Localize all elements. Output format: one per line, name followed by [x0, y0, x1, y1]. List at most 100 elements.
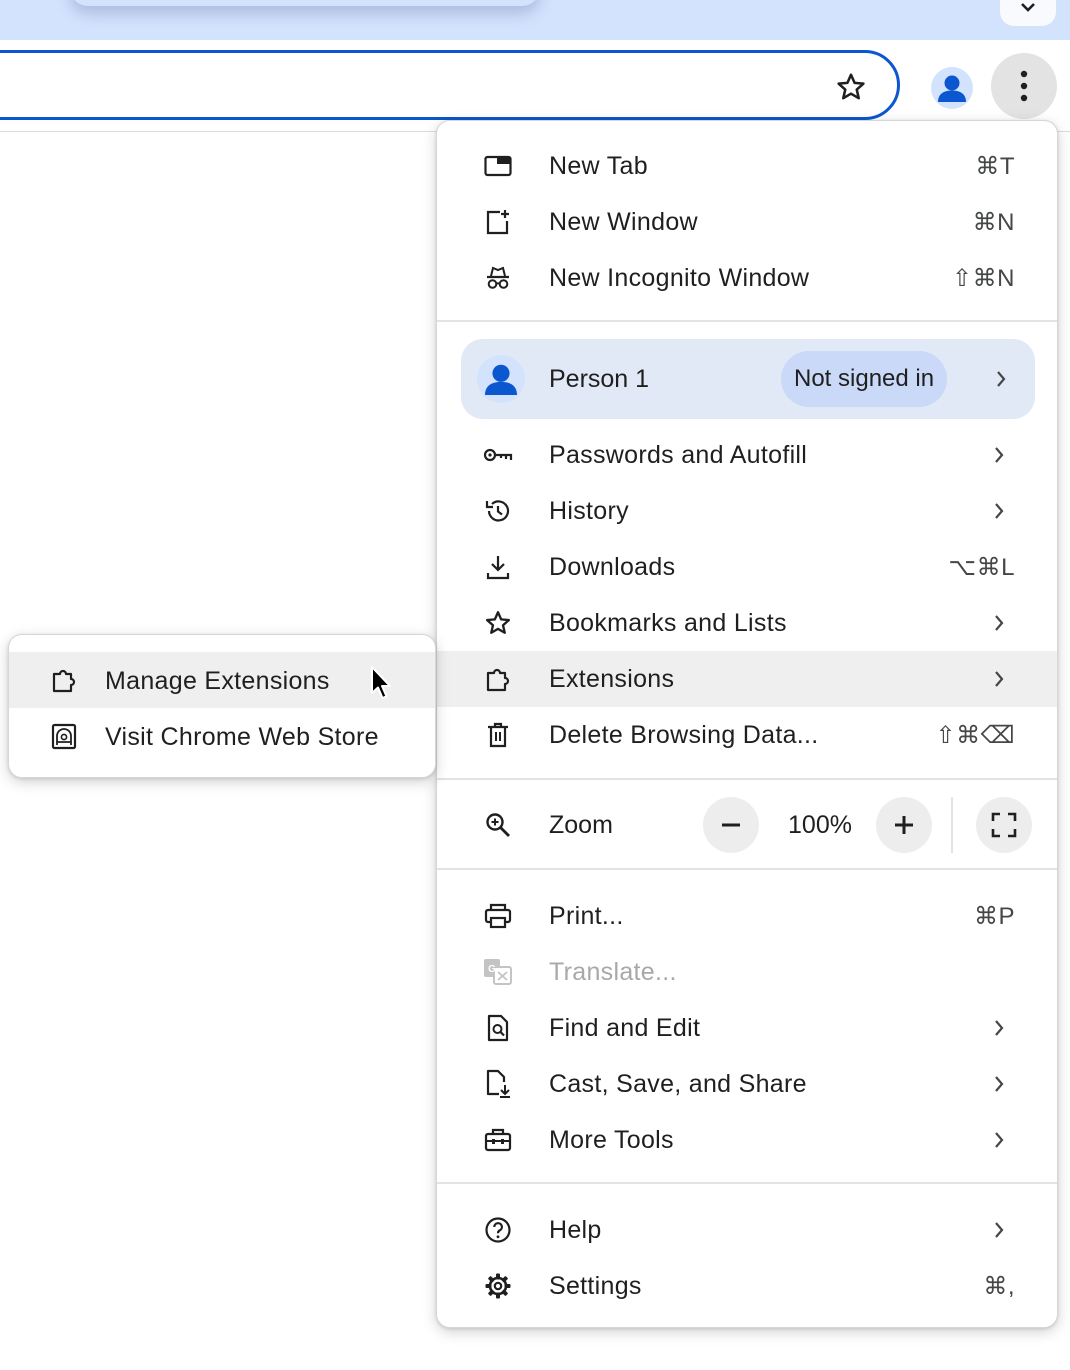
address-bar[interactable] [0, 50, 900, 120]
menu-item-label: Settings [549, 1271, 642, 1300]
chrome-menu-button[interactable] [991, 53, 1057, 119]
zoom-level: 100% [788, 811, 852, 839]
chevron-right-icon [989, 1130, 1009, 1150]
active-tab[interactable] [70, 0, 540, 6]
tab-strip [0, 0, 1070, 40]
settings-icon [483, 1271, 513, 1301]
menu-item-more-tools[interactable]: More Tools [437, 1112, 1057, 1168]
chrome-main-menu: New Tab ⌘T New Window ⌘N New Incognito W… [436, 120, 1058, 1328]
person-icon [477, 355, 525, 403]
menu-item-label: Print... [549, 901, 624, 930]
history-icon [483, 496, 513, 526]
menu-item-label: New Window [549, 207, 698, 236]
profile-name: Person 1 [549, 365, 650, 393]
chevron-right-icon [989, 1220, 1009, 1240]
menu-divider [437, 778, 1057, 780]
menu-item-new-window[interactable]: New Window ⌘N [437, 194, 1057, 250]
zoom-in-button[interactable] [876, 797, 932, 853]
zoom-divider [951, 797, 953, 853]
zoom-row: Zoom 100% [437, 781, 1057, 869]
menu-item-label: Manage Extensions [105, 667, 330, 695]
new-window-icon [483, 207, 513, 237]
chevron-right-icon [989, 501, 1009, 521]
menu-item-find-and-edit[interactable]: Find and Edit [437, 1000, 1057, 1056]
shortcut-text: ⌘N [972, 208, 1015, 236]
chevron-down-icon [1019, 3, 1037, 15]
menu-item-label: More Tools [549, 1125, 674, 1154]
more-vert-icon [1020, 70, 1028, 102]
shortcut-text: ⌘P [973, 902, 1015, 930]
shortcut-text: ⌘T [975, 152, 1015, 180]
web-store-icon [49, 721, 79, 751]
menu-item-label: Passwords and Autofill [549, 440, 808, 469]
menu-item-label: Delete Browsing Data... [549, 720, 819, 749]
profile-button[interactable] [927, 63, 977, 113]
menu-divider [437, 1182, 1057, 1184]
menu-item-label: Bookmarks and Lists [549, 608, 787, 637]
menu-item-label: Help [549, 1215, 602, 1244]
tab-search-button[interactable] [1000, 0, 1056, 26]
menu-item-print[interactable]: Print... ⌘P [437, 888, 1057, 944]
menu-item-downloads[interactable]: Downloads ⌥⌘L [437, 539, 1057, 595]
menu-item-cast-save-share[interactable]: Cast, Save, and Share [437, 1056, 1057, 1112]
zoom-in-icon [483, 810, 513, 840]
menu-item-bookmarks-and-lists[interactable]: Bookmarks and Lists [437, 595, 1057, 651]
menu-item-label: New Tab [549, 151, 648, 180]
menu-item-visit-chrome-web-store[interactable]: Visit Chrome Web Store [9, 708, 435, 764]
svg-text:G: G [488, 964, 496, 975]
menu-item-help[interactable]: Help [437, 1202, 1057, 1258]
fullscreen-icon [991, 812, 1017, 838]
menu-item-label: Find and Edit [549, 1013, 701, 1042]
star-icon [835, 71, 867, 103]
download-icon [483, 552, 513, 582]
menu-item-history[interactable]: History [437, 483, 1057, 539]
shortcut-text: ⌥⌘L [948, 553, 1015, 581]
menu-item-label: Cast, Save, and Share [549, 1069, 807, 1098]
menu-item-label: Extensions [549, 664, 675, 693]
zoom-label: Zoom [549, 811, 613, 839]
print-icon [483, 901, 513, 931]
shortcut-text: ⇧⌘N [952, 264, 1015, 292]
shortcut-text: ⌘, [983, 1272, 1015, 1300]
menu-item-passwords-and-autofill[interactable]: Passwords and Autofill [437, 427, 1057, 483]
minus-icon [721, 823, 741, 827]
chevron-right-icon [991, 369, 1011, 389]
translate-icon: G [483, 957, 513, 987]
star-icon [483, 608, 513, 638]
toolbox-icon [483, 1125, 513, 1155]
key-icon [483, 440, 513, 470]
menu-divider [437, 320, 1057, 322]
menu-item-label: History [549, 496, 629, 525]
sign-in-status-badge: Not signed in [781, 351, 948, 407]
find-in-page-icon [483, 1013, 513, 1043]
menu-item-label: New Incognito Window [549, 263, 810, 292]
menu-item-label: Downloads [549, 552, 676, 581]
zoom-out-button[interactable] [703, 797, 759, 853]
profile-row[interactable]: Person 1 Not signed in [461, 339, 1035, 419]
plus-icon [894, 815, 914, 835]
avatar [931, 67, 973, 109]
shortcut-text: ⇧⌘⌫ [935, 721, 1015, 749]
fullscreen-button[interactable] [976, 797, 1032, 853]
menu-item-label: Visit Chrome Web Store [105, 723, 379, 751]
chevron-right-icon [989, 445, 1009, 465]
menu-item-translate: G Translate... [437, 944, 1057, 1000]
incognito-icon [483, 263, 513, 293]
menu-item-new-tab[interactable]: New Tab ⌘T [437, 138, 1057, 194]
menu-item-extensions[interactable]: Extensions [437, 651, 1057, 707]
new-tab-icon [483, 151, 513, 181]
puzzle-icon [49, 665, 79, 695]
menu-item-delete-browsing-data[interactable]: Delete Browsing Data... ⇧⌘⌫ [437, 707, 1057, 763]
extensions-submenu: Manage Extensions Visit Chrome Web Store [8, 634, 436, 778]
menu-item-label: Translate... [549, 957, 677, 986]
menu-item-settings[interactable]: Settings ⌘, [437, 1258, 1057, 1314]
menu-item-new-incognito-window[interactable]: New Incognito Window ⇧⌘N [437, 250, 1057, 306]
chevron-right-icon [989, 669, 1009, 689]
chevron-right-icon [989, 613, 1009, 633]
help-icon [483, 1215, 513, 1245]
browser-toolbar [0, 40, 1070, 132]
save-share-icon [483, 1069, 513, 1099]
chevron-right-icon [989, 1018, 1009, 1038]
puzzle-icon [483, 664, 513, 694]
bookmark-button[interactable] [830, 66, 872, 108]
